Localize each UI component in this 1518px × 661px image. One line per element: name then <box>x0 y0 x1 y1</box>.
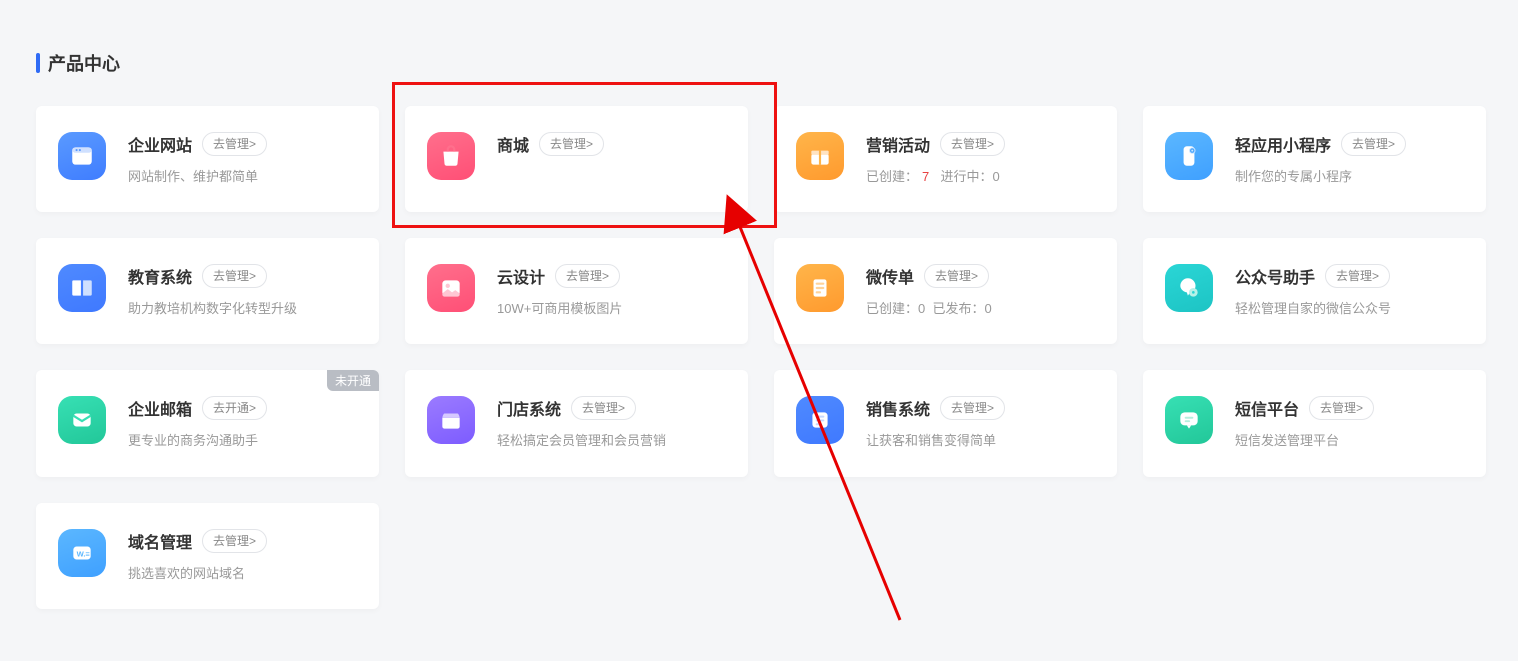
chat-gear-icon <box>1165 264 1213 312</box>
card-enterprise-mail[interactable]: 未开通 企业邮箱 去开通> 更专业的商务沟通助手 <box>36 370 379 476</box>
manage-button[interactable]: 去管理> <box>202 529 267 553</box>
card-title: 域名管理 <box>128 529 192 553</box>
card-desc: 10W+可商用模板图片 <box>497 300 726 318</box>
list-icon <box>796 396 844 444</box>
message-icon <box>1165 396 1213 444</box>
manage-button[interactable]: 去管理> <box>940 132 1005 156</box>
card-wechat-assistant[interactable]: 公众号助手 去管理> 轻松管理自家的微信公众号 <box>1143 238 1486 344</box>
card-desc: 制作您的专属小程序 <box>1235 168 1464 186</box>
card-title: 销售系统 <box>866 396 930 420</box>
svg-text:W.≡: W.≡ <box>77 549 91 558</box>
card-title: 教育系统 <box>128 264 192 288</box>
manage-button[interactable]: 去管理> <box>202 132 267 156</box>
store-icon <box>427 396 475 444</box>
card-store[interactable]: 门店系统 去管理> 轻松搞定会员管理和会员营销 <box>405 370 748 476</box>
card-title: 公众号助手 <box>1235 264 1315 288</box>
card-title: 门店系统 <box>497 396 561 420</box>
card-flyer[interactable]: 微传单 去管理> 已创建：0 已发布：0 <box>774 238 1117 344</box>
section-title: 产品中心 <box>36 50 1486 76</box>
section-title-bar <box>36 53 40 73</box>
mail-icon <box>58 396 106 444</box>
manage-button[interactable]: 去管理> <box>555 264 620 288</box>
domain-icon: W.≡ <box>58 529 106 577</box>
card-title: 短信平台 <box>1235 396 1299 420</box>
card-desc: 轻松搞定会员管理和会员营销 <box>497 432 726 450</box>
card-title: 企业网站 <box>128 132 192 156</box>
card-title: 企业邮箱 <box>128 396 192 420</box>
open-button[interactable]: 去开通> <box>202 396 267 420</box>
card-marketing[interactable]: 营销活动 去管理> 已创建：7 进行中：0 <box>774 106 1117 212</box>
product-grid: 企业网站 去管理> 网站制作、维护都简单 商城 去管理> <box>36 106 1486 609</box>
card-enterprise-site[interactable]: 企业网站 去管理> 网站制作、维护都简单 <box>36 106 379 212</box>
card-domain[interactable]: W.≡ 域名管理 去管理> 挑选喜欢的网站域名 <box>36 503 379 609</box>
gift-icon <box>796 132 844 180</box>
image-icon <box>427 264 475 312</box>
card-education[interactable]: 教育系统 去管理> 助力教培机构数字化转型升级 <box>36 238 379 344</box>
card-title: 微传单 <box>866 264 914 288</box>
section-title-text: 产品中心 <box>48 50 120 76</box>
card-title: 轻应用小程序 <box>1235 132 1331 156</box>
book-icon <box>58 264 106 312</box>
window-icon <box>58 132 106 180</box>
card-desc: 短信发送管理平台 <box>1235 432 1464 450</box>
card-desc: 更专业的商务沟通助手 <box>128 432 357 450</box>
card-mall[interactable]: 商城 去管理> <box>405 106 748 212</box>
flyer-icon <box>796 264 844 312</box>
card-desc: 已创建：0 已发布：0 <box>866 300 1095 318</box>
manage-button[interactable]: 去管理> <box>571 396 636 420</box>
manage-button[interactable]: 去管理> <box>202 264 267 288</box>
card-desc: 轻松管理自家的微信公众号 <box>1235 300 1464 318</box>
card-desc: 已创建：7 进行中：0 <box>866 168 1095 186</box>
card-desc: 让获客和销售变得简单 <box>866 432 1095 450</box>
phone-icon <box>1165 132 1213 180</box>
card-title: 营销活动 <box>866 132 930 156</box>
card-desc: 助力教培机构数字化转型升级 <box>128 300 357 318</box>
card-sales[interactable]: 销售系统 去管理> 让获客和销售变得简单 <box>774 370 1117 476</box>
manage-button[interactable]: 去管理> <box>940 396 1005 420</box>
not-open-tag: 未开通 <box>327 370 379 391</box>
card-miniapp[interactable]: 轻应用小程序 去管理> 制作您的专属小程序 <box>1143 106 1486 212</box>
card-desc: 网站制作、维护都简单 <box>128 168 357 186</box>
manage-button[interactable]: 去管理> <box>1341 132 1406 156</box>
card-title: 云设计 <box>497 264 545 288</box>
card-sms[interactable]: 短信平台 去管理> 短信发送管理平台 <box>1143 370 1486 476</box>
manage-button[interactable]: 去管理> <box>1309 396 1374 420</box>
card-desc: 挑选喜欢的网站域名 <box>128 565 357 583</box>
manage-button[interactable]: 去管理> <box>539 132 604 156</box>
bag-icon <box>427 132 475 180</box>
manage-button[interactable]: 去管理> <box>1325 264 1390 288</box>
card-cloud-design[interactable]: 云设计 去管理> 10W+可商用模板图片 <box>405 238 748 344</box>
card-title: 商城 <box>497 132 529 156</box>
manage-button[interactable]: 去管理> <box>924 264 989 288</box>
